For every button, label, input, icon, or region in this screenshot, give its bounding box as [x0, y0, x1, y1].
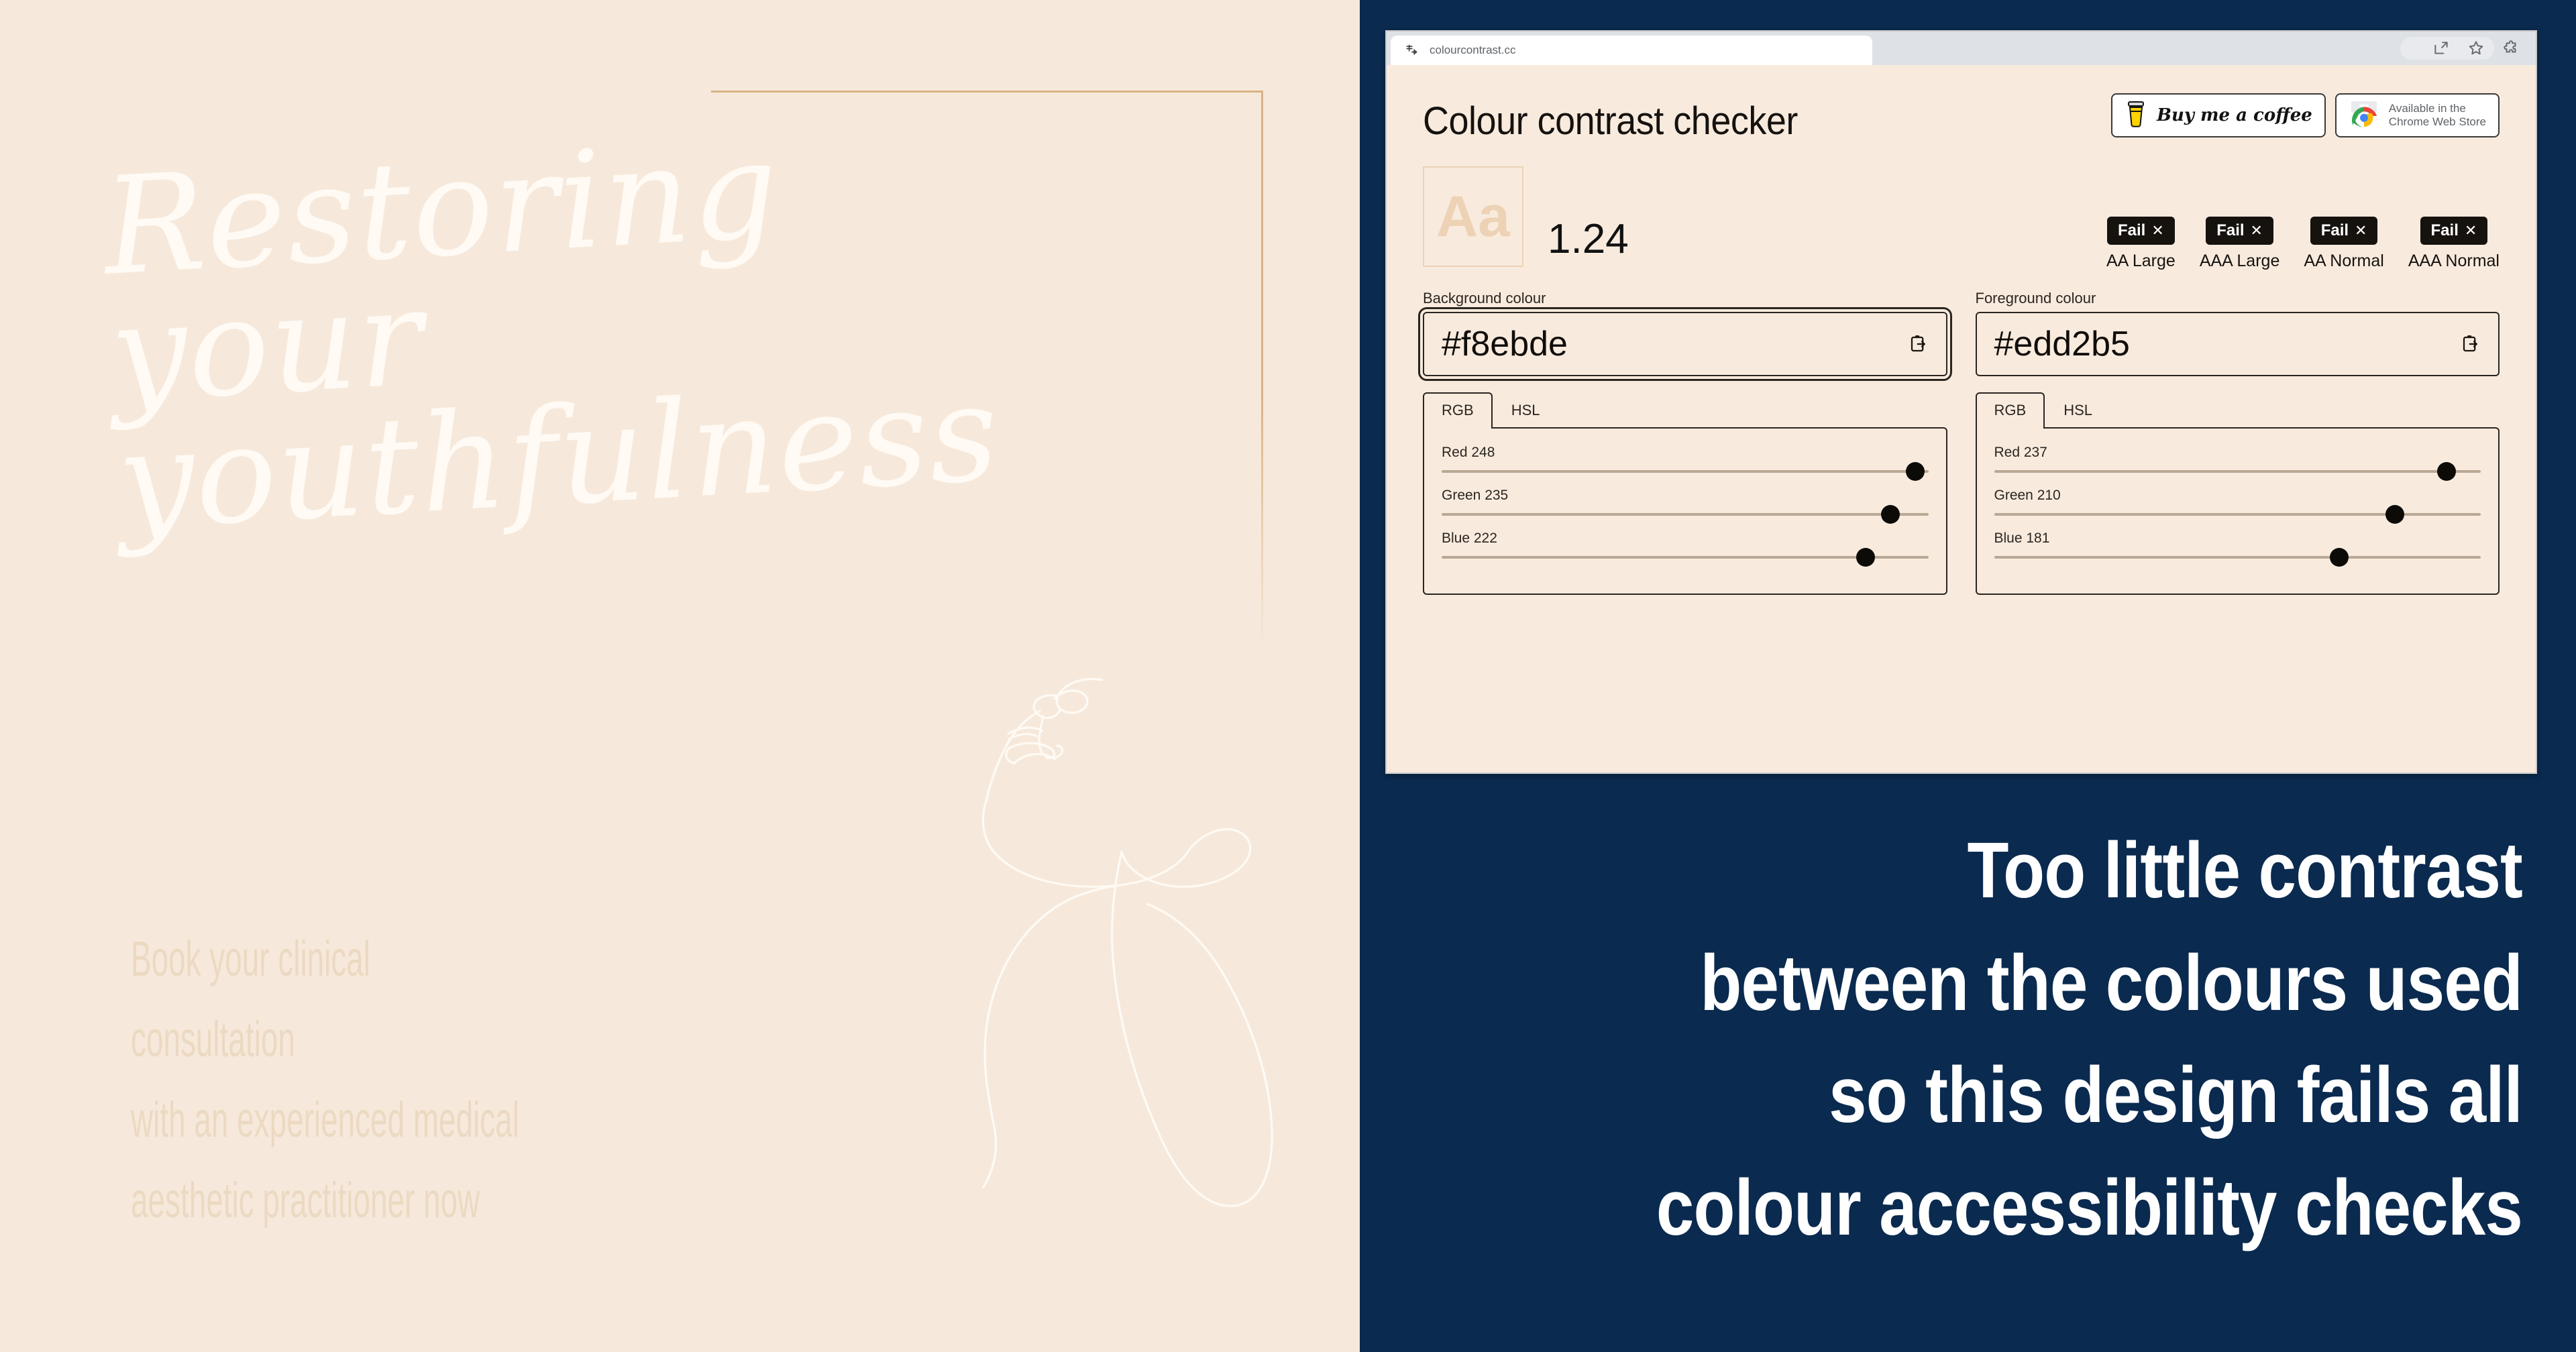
- browser-window: colourcontrast.cc Colour contrast checke…: [1385, 30, 2537, 774]
- background-colour-model: RGB HSL Red 248 Green 235 Blue 222: [1423, 392, 1947, 595]
- wcag-results: Fail ✕ AA Large Fail ✕ AAA Large Fail ✕ …: [2106, 217, 2500, 271]
- slider-thumb-blue[interactable]: [1856, 548, 1875, 567]
- slider-row-blue: Blue 181: [1994, 530, 2481, 567]
- copy-icon[interactable]: [2461, 334, 2481, 354]
- tab-hsl[interactable]: HSL: [1493, 392, 1559, 427]
- badge-label: AAA Normal: [2408, 251, 2500, 270]
- slider-track-red[interactable]: [1994, 462, 2481, 481]
- colour-contrast-app: Colour contrast checker Buy me a coffee: [1387, 65, 2536, 773]
- background-hex-input[interactable]: #f8ebde: [1418, 307, 1952, 381]
- screenshot-root: Restoring your youthfulness Book your cl…: [0, 0, 2576, 1352]
- slider-row-red: Red 248: [1442, 445, 1929, 481]
- badge-label: AA Normal: [2304, 251, 2384, 270]
- chrome-web-store-button[interactable]: Available in the Chrome Web Store: [2334, 93, 2500, 137]
- cross-icon: ✕: [2250, 222, 2263, 239]
- design-artwork-panel: Restoring your youthfulness Book your cl…: [0, 0, 1360, 1352]
- slider-label-green: Green 235: [1442, 488, 1509, 503]
- buy-me-a-coffee-button[interactable]: Buy me a coffee: [2110, 93, 2326, 137]
- share-icon[interactable]: [2432, 40, 2450, 57]
- status-badge: Fail ✕: [2206, 217, 2273, 245]
- tab-rgb[interactable]: RGB: [1423, 392, 1493, 429]
- browser-tab[interactable]: colourcontrast.cc: [1391, 36, 1872, 65]
- slider-thumb-red[interactable]: [1905, 462, 1925, 481]
- slider-row-green: Green 210: [1994, 488, 2481, 524]
- foreground-hex-value: #edd2b5: [1994, 325, 2130, 363]
- foreground-colour-editor: Foreground colour #edd2b5 RGB HSL Red 23…: [1975, 290, 2500, 595]
- wcag-result-aaa-normal: Fail ✕ AAA Normal: [2408, 217, 2500, 271]
- badge-result: Fail: [2117, 221, 2146, 239]
- background-tabstrip: RGB HSL: [1423, 392, 1947, 429]
- slider-thumb-green[interactable]: [1880, 505, 1900, 524]
- slider-label-blue: Blue 222: [1442, 530, 1497, 546]
- design-body-copy: Book your clinical consultation with an …: [131, 931, 519, 1228]
- bookmark-star-icon[interactable]: [2467, 40, 2485, 57]
- tab-rgb[interactable]: RGB: [1975, 392, 2045, 429]
- header-buttons: Buy me a coffee Available in the Chrome …: [2110, 93, 2500, 137]
- background-colour-editor: Background colour #f8ebde RGB HSL Red 24…: [1418, 290, 1952, 595]
- slider-row-blue: Blue 222: [1442, 530, 1929, 567]
- status-badge: Fail ✕: [2310, 217, 2378, 245]
- caption-text: Too little contrast between the colours …: [1656, 826, 2523, 1252]
- background-sliders: Red 248 Green 235 Blue 222: [1423, 427, 1947, 595]
- status-badge: Fail ✕: [2106, 217, 2175, 245]
- cross-icon: ✕: [2151, 222, 2164, 239]
- wcag-result-aa-large: Fail ✕ AA Large: [2106, 217, 2176, 271]
- browser-toolbar-actions: [2432, 32, 2529, 65]
- design-headline: Restoring your youthfulness: [99, 111, 1004, 561]
- cross-icon: ✕: [2464, 222, 2477, 239]
- foreground-tabstrip: RGB HSL: [1975, 392, 2500, 429]
- buy-me-a-coffee-label: Buy me a coffee: [2156, 105, 2312, 125]
- slider-label-green: Green 210: [1994, 488, 2061, 503]
- sample-text: Aa: [1436, 184, 1510, 249]
- background-colour-label: Background colour: [1423, 290, 1546, 306]
- coffee-cup-icon: [2125, 100, 2147, 131]
- line-art-face-illustration: [981, 677, 1273, 1207]
- contrast-preview-row: Aa 1.24 Fail ✕ AA Large Fail ✕ AAA Large…: [1423, 166, 2500, 270]
- foreground-sliders: Red 237 Green 210 Blue 181: [1975, 427, 2500, 595]
- slider-label-red: Red 248: [1442, 445, 1495, 460]
- chrome-web-store-label: Available in the Chrome Web Store: [2388, 101, 2486, 128]
- slider-row-green: Green 235: [1442, 488, 1929, 524]
- slider-track-red[interactable]: [1442, 462, 1929, 481]
- site-favicon-icon: [1403, 42, 1420, 59]
- badge-label: AA Large: [2106, 251, 2176, 270]
- app-header: Colour contrast checker Buy me a coffee: [1423, 93, 2500, 144]
- extensions-puzzle-icon[interactable]: [2502, 40, 2520, 57]
- slider-thumb-red[interactable]: [2436, 462, 2456, 481]
- colour-editors: Background colour #f8ebde RGB HSL Red 24…: [1418, 290, 2500, 595]
- foreground-colour-label: Foreground colour: [1975, 290, 2096, 306]
- slider-label-red: Red 237: [1994, 445, 2047, 460]
- slider-thumb-green[interactable]: [2385, 505, 2404, 524]
- badge-label: AAA Large: [2199, 251, 2280, 270]
- slider-track-green[interactable]: [1442, 505, 1929, 524]
- sample-text-preview: Aa: [1423, 166, 1523, 267]
- slider-thumb-blue[interactable]: [2330, 548, 2349, 567]
- slider-row-red: Red 237: [1994, 445, 2481, 481]
- status-badge: Fail ✕: [2420, 217, 2488, 245]
- copy-icon[interactable]: [1909, 334, 1929, 354]
- foreground-colour-model: RGB HSL Red 237 Green 210 Blue 181: [1975, 392, 2500, 595]
- foreground-hex-input[interactable]: #edd2b5: [1975, 312, 2500, 376]
- background-hex-value: #f8ebde: [1442, 325, 1568, 363]
- slider-label-blue: Blue 181: [1994, 530, 2050, 546]
- badge-result: Fail: [2216, 221, 2245, 239]
- badge-result: Fail: [2320, 221, 2349, 239]
- page-title: Colour contrast checker: [1423, 99, 1798, 143]
- tab-title: colourcontrast.cc: [1430, 44, 1516, 56]
- chrome-logo-icon: [2349, 99, 2379, 133]
- badge-result: Fail: [2430, 221, 2459, 239]
- slider-track-green[interactable]: [1994, 505, 2481, 524]
- slider-track-blue[interactable]: [1994, 548, 2481, 567]
- tab-hsl[interactable]: HSL: [2045, 392, 2111, 427]
- wcag-result-aaa-large: Fail ✕ AAA Large: [2199, 217, 2280, 271]
- browser-tab-bar: colourcontrast.cc: [1387, 32, 2536, 65]
- wcag-result-aa-normal: Fail ✕ AA Normal: [2304, 217, 2384, 271]
- contrast-ratio-value: 1.24: [1548, 216, 1629, 262]
- slider-track-blue[interactable]: [1442, 548, 1929, 567]
- cross-icon: ✕: [2355, 222, 2367, 239]
